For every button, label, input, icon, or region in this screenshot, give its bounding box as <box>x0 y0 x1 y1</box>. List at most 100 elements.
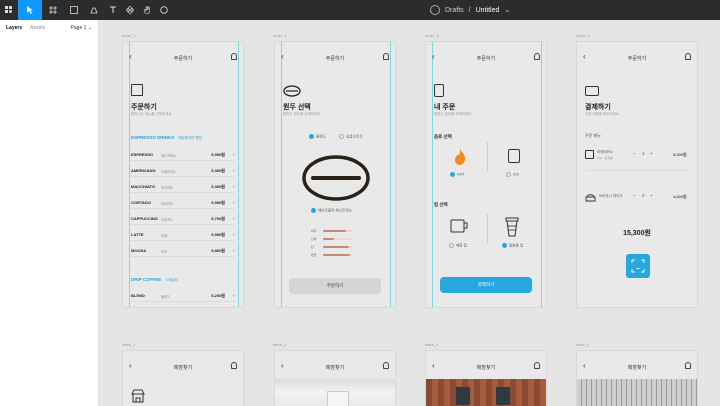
frame-order-2[interactable]: ‹ 주문하기 원두 선택 원하는 원두를 선택하세요 블렌드 싱글오리진 헤이즈… <box>274 41 396 308</box>
text-tool-button[interactable] <box>104 0 121 20</box>
frame-label-order-2[interactable]: order_2 <box>273 33 287 38</box>
line2-qty: 2 <box>642 193 645 198</box>
pay-button[interactable]: 결제하기 <box>440 277 532 293</box>
menu-item-name: MOCHA <box>131 248 147 253</box>
bell-icon[interactable] <box>534 53 540 60</box>
header-title: 매장찾기 <box>173 365 193 371</box>
menu-row[interactable]: MACCHIATO 마끼아또 5,300원 + <box>131 181 235 193</box>
ice-cube-icon[interactable] <box>508 149 520 163</box>
shape-tool-button[interactable] <box>64 0 84 20</box>
add-icon[interactable]: + <box>233 184 235 189</box>
frame-label-store-1[interactable]: store_1 <box>122 342 135 347</box>
components-icon <box>125 6 134 14</box>
menu-item-price: 5,200원 <box>211 293 225 298</box>
menu-row[interactable]: LATTE 라떼 5,500원 + <box>131 229 235 241</box>
decrease-button[interactable]: − <box>633 151 636 156</box>
user-avatar-icon[interactable] <box>430 5 440 15</box>
option-store-cup[interactable]: 매장 컵 <box>449 243 467 248</box>
increase-button[interactable]: + <box>650 193 653 198</box>
hot-flame-icon[interactable] <box>453 148 467 166</box>
face-id-icon <box>631 259 645 273</box>
add-icon[interactable]: + <box>233 168 235 173</box>
drafts-link[interactable]: Drafts <box>445 7 464 14</box>
total-price: 15,300원 <box>623 230 651 237</box>
option-ice-label: ICE <box>513 172 519 177</box>
section-drip-note: 스페셜티 <box>165 278 179 282</box>
add-icon[interactable]: + <box>233 200 235 205</box>
bell-icon[interactable] <box>383 53 389 60</box>
menu-item-price: 5,300원 <box>211 184 225 189</box>
option-togo-cup-label: 일회용 컵 <box>509 243 524 248</box>
design-canvas[interactable]: order_1 order_2 order_3 order_4 ‹ 주문하기 주… <box>100 20 720 406</box>
option-single-origin[interactable]: 싱글오리진 <box>339 134 363 139</box>
option-hot[interactable]: HOT <box>450 172 465 177</box>
page-selector[interactable]: Page 1 ⌄ <box>71 25 92 31</box>
decrease-button[interactable]: − <box>633 193 636 198</box>
tab-layers[interactable]: Layers <box>6 25 22 31</box>
menu-row-blend[interactable]: BLEND 블렌드 5,200원 + <box>131 290 235 302</box>
radio-selected-icon <box>502 243 507 248</box>
bell-icon[interactable] <box>231 362 237 369</box>
bean-illustration <box>302 155 370 201</box>
frame-label-order-3[interactable]: order_3 <box>425 33 439 38</box>
frame-label-store-2[interactable]: store_2 <box>273 342 286 347</box>
add-icon[interactable]: + <box>233 152 235 157</box>
option-blend[interactable]: 블렌드 <box>309 134 326 139</box>
frame-tool-button[interactable] <box>42 0 64 20</box>
chevron-down-icon[interactable]: ⌄ <box>504 6 510 14</box>
menu-row[interactable]: CAPPUCCINO 카푸치노 5,700원 + <box>131 213 235 225</box>
radio-selected-icon <box>450 172 455 177</box>
frame-order-4[interactable]: ‹ 주문하기 결제하기 주문 내용을 확인하세요 주문 메뉴 아메리카노 ICE… <box>576 41 698 308</box>
bell-icon[interactable] <box>231 53 237 60</box>
page-heading: 결제하기 <box>585 104 611 111</box>
header-title: 매장찾기 <box>476 365 496 371</box>
bell-icon[interactable] <box>383 362 389 369</box>
menu-row[interactable]: ESPRESSO 에스프레소 5,000원 + <box>131 149 235 161</box>
takeout-cup-icon[interactable] <box>504 217 520 237</box>
frame-store-3[interactable]: ‹ 매장찾기 <box>425 350 547 406</box>
frame-label-order-4[interactable]: order_4 <box>576 33 590 38</box>
figma-menu-icon <box>5 6 12 13</box>
add-icon[interactable]: + <box>233 293 235 298</box>
frame-label-order-1[interactable]: order_1 <box>122 33 136 38</box>
order-button[interactable]: 주문하기 <box>289 278 381 294</box>
frame-order-3[interactable]: ‹ 주문하기 내 주문 원하는 옵션을 선택하세요 음료 선택 HOT ICE … <box>425 41 547 308</box>
add-icon[interactable]: + <box>233 248 235 253</box>
mug-icon[interactable] <box>450 218 470 234</box>
move-tool-button[interactable] <box>18 0 42 20</box>
bell-icon[interactable] <box>685 362 691 369</box>
section-espresso-note: 매장에서만 판매 · <box>178 136 204 140</box>
frame-store-4[interactable]: ‹ 매장찾기 <box>576 350 698 406</box>
increase-button[interactable]: + <box>650 151 653 156</box>
menu-row[interactable]: AMERICANO 아메리카노 5,300원 + <box>131 165 235 177</box>
frame-order-1[interactable]: ‹ 주문하기 주문하기 원하시는 메뉴를 선택하세요 ESPRESSO DRIN… <box>122 41 244 308</box>
frame-label-store-3[interactable]: store_3 <box>425 342 438 347</box>
tab-assets[interactable]: Assets <box>30 25 45 31</box>
pen-icon <box>90 7 98 14</box>
menu-item-korean: 모카 <box>161 249 168 254</box>
menu-row[interactable]: CORTADO 코르타도 5,500원 + <box>131 197 235 209</box>
hand-tool-button[interactable] <box>138 0 155 20</box>
add-icon[interactable]: + <box>233 216 235 221</box>
frame-store-2[interactable]: ‹ 매장찾기 <box>274 350 396 406</box>
flavor-bar-fill <box>323 230 346 232</box>
add-icon[interactable]: + <box>233 232 235 237</box>
option-ice[interactable]: ICE <box>506 172 519 177</box>
file-name[interactable]: Untitled <box>476 7 500 14</box>
frame-label-store-4[interactable]: store_4 <box>576 342 589 347</box>
main-menu-button[interactable] <box>0 0 18 20</box>
components-button[interactable] <box>121 0 138 20</box>
menu-item-name: AMERICANO <box>131 168 156 173</box>
option-togo-cup[interactable]: 일회용 컵 <box>502 243 523 248</box>
menu-row[interactable]: MOCHA 모카 5,800원 + <box>131 245 235 257</box>
bell-icon[interactable] <box>685 53 691 60</box>
menu-item-name: MACCHIATO <box>131 184 156 189</box>
comment-tool-button[interactable] <box>155 0 172 20</box>
pen-tool-button[interactable] <box>84 0 104 20</box>
card-icon <box>585 86 599 96</box>
frame-store-1[interactable]: ‹ 매장찾기 <box>122 350 244 406</box>
face-id-button[interactable] <box>626 254 650 278</box>
bell-icon[interactable] <box>534 362 540 369</box>
menu-item-korean: 카푸치노 <box>161 217 174 222</box>
coffee-icon <box>585 150 594 159</box>
